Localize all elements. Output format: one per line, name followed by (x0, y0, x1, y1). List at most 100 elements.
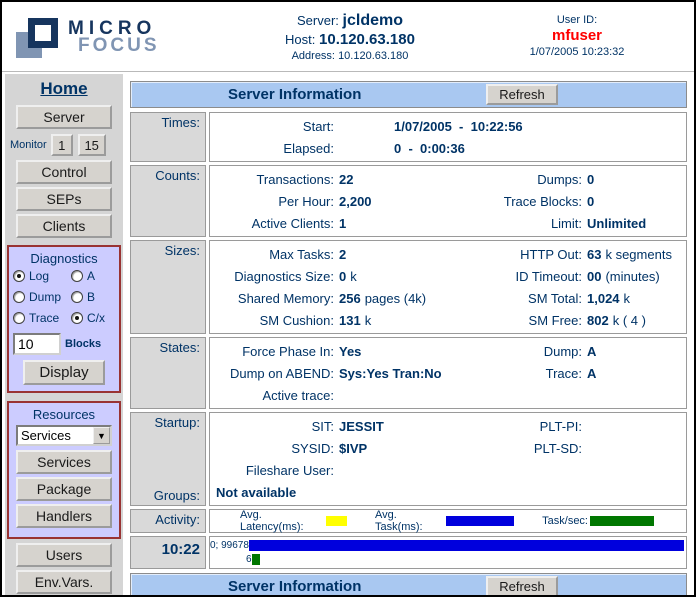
field-pair: Dump on ABEND:Sys:Yes Tran:No (210, 366, 462, 381)
field-value: 0 (587, 172, 594, 187)
field-pair: HTTP Out:63k segments (462, 247, 682, 262)
micro-focus-logo: MICRO FOCUS (16, 16, 206, 58)
package-button[interactable]: Package (16, 477, 112, 501)
refresh-button-bottom[interactable]: Refresh (486, 576, 558, 597)
field-value: 1/07/2005 - 10:22:56 (394, 119, 523, 134)
field-value: 802 (587, 313, 609, 328)
activity-time: 10:22 (162, 541, 200, 558)
refresh-button-top[interactable]: Refresh (486, 84, 558, 105)
field-unit: (minutes) (605, 269, 659, 284)
field-pair: PLT-SD: (462, 441, 682, 456)
monitor-interval-button[interactable]: 1 (51, 134, 73, 156)
radio-dump[interactable]: Dump (13, 290, 71, 304)
sections: Times:Start:1/07/2005 - 10:22:56Elapsed:… (130, 112, 687, 509)
server-button[interactable]: Server (16, 105, 112, 129)
field-pair: SIT:JESSIT (210, 419, 462, 434)
field-label: Per Hour: (210, 194, 334, 209)
users-button[interactable]: Users (16, 543, 112, 567)
field-label: Max Tasks: (210, 247, 334, 262)
field-pair: Force Phase In:Yes (210, 344, 462, 359)
seps-button[interactable]: SEPs (16, 187, 112, 211)
field-value: 22 (339, 172, 353, 187)
field-label: ID Timeout: (462, 269, 582, 284)
field-label: PLT-PI: (462, 419, 582, 434)
field-label: Limit: (462, 216, 582, 231)
field-value: 2,200 (339, 194, 372, 209)
field-row: Per Hour:2,200Trace Blocks:0 (210, 190, 682, 212)
field-value: 63 (587, 247, 601, 262)
section-label-cell: Times: (130, 112, 206, 162)
field-label: SM Free: (462, 313, 582, 328)
field-label: Force Phase In: (210, 344, 334, 359)
field-pair: Active Clients:1 (210, 216, 462, 231)
section-content: SIT:JESSITPLT-PI:SYSID:$IVPPLT-SD:Filesh… (209, 412, 687, 506)
sidebar: Home Server Monitor 1 15 Control SEPs Cl… (2, 72, 126, 597)
display-button[interactable]: Display (23, 360, 105, 385)
field-label: Trace Blocks: (462, 194, 582, 209)
field-pair: PLT-PI: (462, 419, 682, 434)
field-row: SIT:JESSITPLT-PI: (210, 415, 682, 437)
radio-a[interactable]: A (71, 269, 115, 283)
field-label: Elapsed: (210, 141, 334, 156)
radio-label: Log (29, 269, 49, 283)
field-value: $IVP (339, 441, 367, 456)
blocks-input[interactable] (13, 333, 61, 355)
activity-data-row: 10:22 0; 99678 6 (130, 536, 687, 569)
field-row: SYSID:$IVPPLT-SD: (210, 437, 682, 459)
field-label: Active trace: (210, 388, 334, 403)
radio-log[interactable]: Log (13, 269, 71, 283)
env-vars-button[interactable]: Env.Vars. (16, 570, 112, 594)
field-unit: k (365, 313, 372, 328)
field-value: 00 (587, 269, 601, 284)
field-unit: k segments (605, 247, 671, 262)
control-button[interactable]: Control (16, 160, 112, 184)
resources-select[interactable]: Services ▼ (16, 425, 112, 446)
monitor-count-button[interactable]: 15 (78, 134, 106, 156)
section-states: States:Force Phase In:YesDump:ADump on A… (130, 337, 687, 409)
chevron-down-icon[interactable]: ▼ (93, 427, 110, 444)
activity-label: Activity: (133, 512, 200, 527)
field-pair: SM Total:1,024k (462, 291, 682, 306)
radio-icon (71, 270, 83, 282)
legend-label-latency: Avg. Latency(ms): (240, 509, 324, 533)
resources-select-value: Services (18, 428, 93, 443)
field-value: 2 (339, 247, 346, 262)
field-label: SIT: (210, 419, 334, 434)
activity-section: Activity: Avg. Latency(ms): Avg. Task(ms… (130, 509, 687, 533)
main-content: Server Information Refresh Times:Start:1… (126, 72, 694, 597)
field-pair: SM Cushion:131k (210, 313, 462, 328)
monitor-row: Monitor 1 15 (8, 134, 120, 156)
field-pair: Per Hour: 2,200 (210, 194, 462, 209)
field-pair: Dumps: 0 (462, 172, 682, 187)
legend-label-task: Avg. Task(ms): (375, 509, 444, 533)
field-unit: k (350, 269, 357, 284)
handlers-button[interactable]: Handlers (16, 504, 112, 528)
host-label: Host: (285, 32, 315, 47)
activity-bar-task-per-sec (252, 554, 260, 565)
field-value: 1,024 (587, 291, 620, 306)
diagnostics-panel: Diagnostics LogADumpBTraceC/x Blocks Dis… (7, 245, 121, 393)
services-button[interactable]: Services (16, 450, 112, 474)
top-title-bar: Server Information Refresh (130, 81, 687, 108)
field-unit: k ( 4 ) (613, 313, 646, 328)
home-link[interactable]: Home (40, 79, 87, 99)
field-value: 0 (339, 269, 346, 284)
radio-label: B (87, 290, 95, 304)
bottom-title-bar: Server Information Refresh (130, 573, 687, 597)
section-label: Times: (133, 115, 200, 130)
field-row: Transactions: 22 Dumps: 0 (210, 168, 682, 190)
section-label: Startup: (133, 415, 200, 430)
user-id-value: mfuser (502, 27, 652, 44)
radio-trace[interactable]: Trace (13, 311, 71, 325)
radio-b[interactable]: B (71, 290, 115, 304)
field-label: Transactions: (210, 172, 334, 187)
field-label: Dumps: (462, 172, 582, 187)
field-value: 256 (339, 291, 361, 306)
section-startup: Startup:Groups:SIT:JESSITPLT-PI:SYSID:$I… (130, 412, 687, 506)
radio-c-x[interactable]: C/x (71, 311, 115, 325)
server-name: jcldemo (343, 12, 403, 29)
field-pair: Active trace: (210, 388, 462, 403)
diagnostics-radio-group: Log ADump B TraceC/x (13, 269, 115, 325)
clients-button[interactable]: Clients (16, 214, 112, 238)
section-label: Counts: (133, 168, 200, 183)
